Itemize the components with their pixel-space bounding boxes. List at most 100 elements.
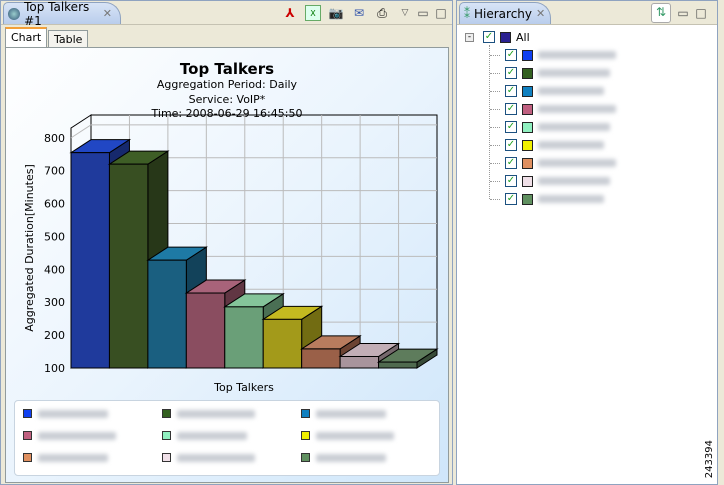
color-swatch bbox=[522, 175, 533, 187]
tree-line bbox=[490, 108, 500, 110]
checkbox[interactable]: ✓ bbox=[505, 67, 517, 79]
color-swatch bbox=[522, 193, 533, 205]
subtab-chart[interactable]: Chart bbox=[5, 27, 48, 48]
tree-label-redacted bbox=[538, 105, 616, 113]
tree-line bbox=[490, 198, 500, 200]
tree-label-redacted bbox=[538, 141, 604, 149]
checkbox[interactable]: ✓ bbox=[505, 157, 517, 169]
top-talkers-view: Top Talkers #1 ✕ ⅄ X 📷 ✉ ⎙ ▽ ▭ □ Chart T… bbox=[0, 0, 453, 485]
maximize-icon[interactable]: □ bbox=[433, 5, 449, 21]
tree-label-redacted bbox=[538, 69, 610, 77]
tab-title: Top Talkers #1 bbox=[24, 0, 90, 28]
checkbox[interactable]: ✓ bbox=[505, 175, 517, 187]
excel-export-icon[interactable]: X bbox=[305, 5, 321, 21]
legend-item bbox=[23, 431, 116, 440]
legend-item bbox=[301, 431, 394, 440]
tree-item[interactable]: ✓ bbox=[490, 46, 616, 64]
legend-label-redacted bbox=[177, 409, 255, 418]
tree-item[interactable]: ✓ bbox=[490, 136, 604, 154]
color-swatch bbox=[522, 157, 533, 169]
print-icon[interactable]: ⎙ bbox=[374, 5, 390, 21]
y-axis-label: Aggregated Duration[Minutes] bbox=[23, 164, 36, 331]
tree-item[interactable]: ✓ bbox=[490, 100, 616, 118]
tree-item[interactable]: ✓ bbox=[490, 118, 610, 136]
y-tick-label: 600 bbox=[44, 198, 65, 211]
legend-swatch bbox=[301, 453, 310, 462]
tab-top-talkers[interactable]: Top Talkers #1 ✕ bbox=[3, 0, 121, 28]
y-tick-label: 500 bbox=[44, 230, 65, 243]
view-tab-bar: Top Talkers #1 ✕ ⅄ X 📷 ✉ ⎙ ▽ ▭ □ bbox=[1, 0, 452, 28]
checkbox[interactable]: ✓ bbox=[505, 49, 517, 61]
tree-label: All bbox=[516, 30, 530, 44]
hierarchy-tree: - ✓ All ✓ ✓ ✓ ✓ ✓ ✓ ✓ ✓ ✓ bbox=[457, 27, 717, 484]
hierarchy-icon: ⁑ bbox=[464, 6, 470, 21]
y-tick-label: 100 bbox=[44, 362, 65, 375]
bar bbox=[108, 163, 149, 369]
checkbox[interactable]: ✓ bbox=[505, 85, 517, 97]
email-icon[interactable]: ✉ bbox=[351, 5, 367, 21]
y-tick-label: 400 bbox=[44, 263, 65, 276]
legend-swatch bbox=[23, 409, 32, 418]
sort-hierarchy-icon[interactable]: ⇅ bbox=[651, 3, 671, 23]
tree-root-all[interactable]: - ✓ All bbox=[465, 28, 530, 46]
grid-line-y-side bbox=[70, 124, 92, 139]
checkbox[interactable]: ✓ bbox=[505, 193, 517, 205]
y-tick-label: 800 bbox=[44, 132, 65, 145]
legend-swatch bbox=[301, 431, 310, 440]
chart-legend bbox=[14, 400, 440, 476]
tree-item[interactable]: ✓ bbox=[490, 154, 616, 172]
color-swatch bbox=[522, 67, 533, 79]
legend-item bbox=[162, 453, 255, 462]
maximize-icon[interactable]: □ bbox=[693, 5, 709, 21]
legend-label-redacted bbox=[177, 431, 247, 440]
legend-swatch bbox=[162, 431, 171, 440]
legend-swatch bbox=[23, 453, 32, 462]
legend-label-redacted bbox=[177, 453, 255, 462]
legend-label-redacted bbox=[316, 453, 386, 462]
legend-item bbox=[162, 409, 255, 418]
legend-swatch bbox=[162, 409, 171, 418]
bar bbox=[262, 318, 303, 369]
legend-item bbox=[301, 409, 386, 418]
pdf-export-icon[interactable]: ⅄ bbox=[282, 5, 298, 21]
tree-label-redacted bbox=[538, 177, 610, 185]
bar bbox=[224, 306, 264, 369]
bar-chart: 100 200 300 400 500 600 700 800 Aggregated Durat… bbox=[23, 114, 439, 393]
hierarchy-view: ⁑ Hierarchy ✕ ⇅ ▭ □ - ✓ All ✓ ✓ ✓ ✓ ✓ ✓ ✓ ✓ ✓ 24… bbox=[456, 0, 718, 485]
color-swatch bbox=[522, 121, 533, 133]
checkbox-all[interactable]: ✓ bbox=[483, 31, 495, 43]
tree-item[interactable]: ✓ bbox=[490, 64, 610, 82]
legend-swatch bbox=[301, 409, 310, 418]
checkbox[interactable]: ✓ bbox=[505, 121, 517, 133]
legend-item bbox=[162, 431, 247, 440]
close-icon[interactable]: ✕ bbox=[536, 7, 545, 20]
view-menu-icon[interactable]: ▽ bbox=[397, 5, 413, 21]
collapse-icon[interactable]: - bbox=[465, 32, 474, 42]
tree-item[interactable]: ✓ bbox=[490, 190, 604, 208]
y-tick-label: 200 bbox=[44, 329, 65, 342]
checkbox[interactable]: ✓ bbox=[505, 139, 517, 151]
minimize-icon[interactable]: ▭ bbox=[675, 5, 691, 21]
legend-label-redacted bbox=[38, 409, 108, 418]
x-axis-label: Top Talkers bbox=[213, 381, 274, 393]
legend-swatch bbox=[162, 453, 171, 462]
tab-hierarchy[interactable]: ⁑ Hierarchy ✕ bbox=[459, 2, 551, 24]
color-swatch bbox=[522, 139, 533, 151]
bar bbox=[147, 259, 187, 369]
tree-item[interactable]: ✓ bbox=[490, 172, 610, 190]
tree-line bbox=[490, 54, 500, 56]
legend-swatch bbox=[23, 431, 32, 440]
bar bbox=[301, 348, 341, 369]
close-icon[interactable]: ✕ bbox=[103, 7, 112, 20]
tree-label-redacted bbox=[538, 87, 604, 95]
color-swatch bbox=[500, 31, 511, 43]
minimize-icon[interactable]: ▭ bbox=[415, 5, 431, 21]
camera-icon[interactable]: 📷 bbox=[328, 5, 344, 21]
legend-item bbox=[301, 453, 386, 462]
checkbox[interactable]: ✓ bbox=[505, 103, 517, 115]
tree-item[interactable]: ✓ bbox=[490, 82, 604, 100]
color-swatch bbox=[522, 49, 533, 61]
bar bbox=[378, 361, 418, 369]
tab-title: Hierarchy bbox=[474, 6, 533, 21]
tree-line bbox=[490, 144, 500, 146]
